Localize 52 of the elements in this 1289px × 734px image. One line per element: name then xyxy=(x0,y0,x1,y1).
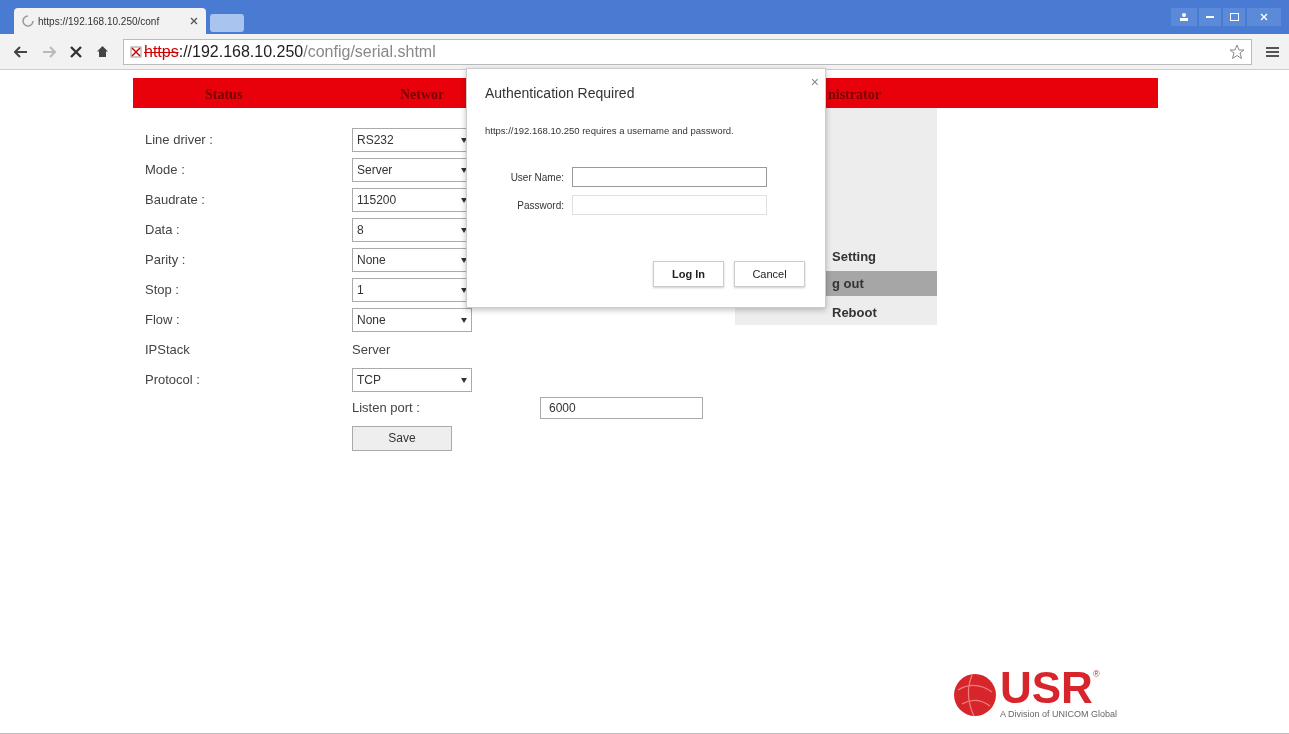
caret-icon xyxy=(461,227,467,233)
save-button[interactable]: Save xyxy=(352,425,452,451)
back-icon[interactable] xyxy=(14,45,28,58)
dialog-title: Authentication Required xyxy=(485,84,635,103)
caret-icon xyxy=(461,137,467,143)
input-field[interactable] xyxy=(572,167,767,187)
caret-icon xyxy=(461,257,467,263)
close-button[interactable]: × xyxy=(810,75,819,89)
field-label: IPStack xyxy=(145,341,191,360)
field-label: Protocol : xyxy=(145,371,201,390)
side-menu-item[interactable]: Reboot xyxy=(735,300,937,325)
logo-tagline: A Division of UNICOM Global xyxy=(1000,708,1118,721)
field-label: Flow : xyxy=(145,311,181,330)
input-field[interactable]: 6000 xyxy=(540,397,703,419)
star-icon[interactable] xyxy=(1229,43,1245,60)
field-label: Listen port : xyxy=(352,399,421,418)
field-label: Line driver : xyxy=(145,131,214,150)
field-label: Data : xyxy=(145,221,181,240)
browser-tab[interactable]: https://192.168.10.250/conf xyxy=(14,8,206,34)
field-label: Mode : xyxy=(145,161,186,180)
home-icon[interactable] xyxy=(96,45,109,58)
globe-logo-icon xyxy=(952,671,998,718)
caret-icon xyxy=(461,317,467,323)
minimize-icon[interactable] xyxy=(1199,8,1221,26)
caret-icon xyxy=(461,377,467,383)
menu-icon[interactable] xyxy=(1266,45,1279,58)
close-window-icon[interactable] xyxy=(1247,8,1281,26)
dialog-message: https://192.168.10.250 requires a username and password. xyxy=(485,124,734,138)
field-value: Server xyxy=(352,341,391,360)
user-icon[interactable] xyxy=(1171,8,1197,26)
field-label: Stop : xyxy=(145,281,180,300)
field-label: User Name: xyxy=(509,170,565,185)
address-bar[interactable]: https://192.168.10.250/config/serial.shtml xyxy=(123,38,1252,65)
dialog-button[interactable]: Log In xyxy=(653,261,724,287)
broken-lock-icon xyxy=(130,45,142,58)
caret-icon xyxy=(461,167,467,173)
field-label: Baudrate : xyxy=(145,191,206,210)
logo-text: USR xyxy=(1000,668,1093,708)
dialog-button[interactable]: Cancel xyxy=(734,261,805,287)
field-label: Password: xyxy=(516,198,565,213)
caret-icon xyxy=(461,197,467,203)
select-field[interactable]: None xyxy=(352,308,472,332)
caret-icon xyxy=(461,287,467,293)
close-icon[interactable] xyxy=(190,17,198,25)
registered-mark: ® xyxy=(1092,668,1100,679)
select-field[interactable]: TCP xyxy=(352,368,472,392)
maximize-icon[interactable] xyxy=(1223,8,1245,26)
loading-icon xyxy=(22,15,34,27)
url-text: https://192.168.10.250/config/serial.shtml xyxy=(144,41,436,62)
field-label: Parity : xyxy=(145,251,187,270)
tab-title: https://192.168.10.250/conf xyxy=(38,14,160,29)
stop-icon[interactable] xyxy=(70,45,82,58)
